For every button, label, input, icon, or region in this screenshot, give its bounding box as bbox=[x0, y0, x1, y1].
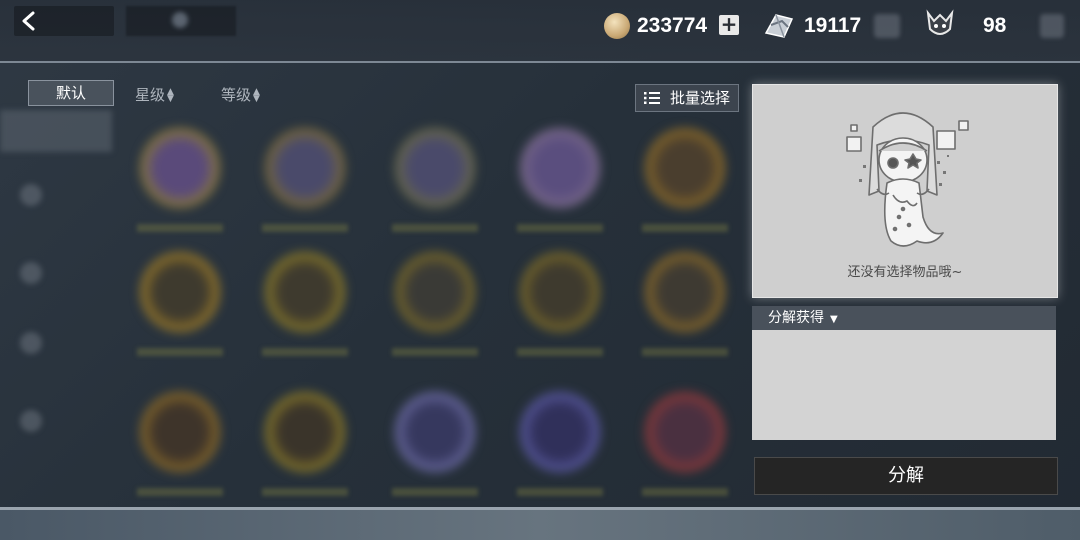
top-divider bbox=[0, 61, 1080, 63]
grid-item-label bbox=[137, 488, 223, 496]
grid-item[interactable] bbox=[265, 392, 345, 472]
grid-item[interactable] bbox=[265, 128, 345, 208]
decompose-yield-area bbox=[752, 330, 1056, 440]
grid-item[interactable] bbox=[645, 392, 725, 472]
grid-item[interactable] bbox=[140, 128, 220, 208]
sort-level-tab[interactable]: 等级 ▲ ▼ bbox=[221, 84, 260, 105]
sort-default-tab[interactable]: 默认 bbox=[28, 80, 114, 106]
grid-item[interactable] bbox=[395, 128, 475, 208]
chevron-down-icon: ▼ bbox=[830, 314, 838, 325]
sort-star-tab[interactable]: 星级 ▲ ▼ bbox=[135, 84, 174, 105]
crystal-count: 19117 bbox=[804, 14, 862, 37]
decompose-button[interactable]: 分解 bbox=[754, 457, 1058, 495]
grid-item-label bbox=[517, 348, 603, 356]
chevron-left-icon bbox=[22, 11, 35, 31]
grid-item-label bbox=[392, 488, 478, 496]
stamina-icon bbox=[924, 9, 956, 41]
decompose-yield-dropdown[interactable]: 分解获得 ▼ bbox=[752, 306, 1056, 330]
sort-arrows-icon: ▲ ▼ bbox=[253, 86, 260, 104]
blurred-add-button-2[interactable] bbox=[1040, 14, 1064, 38]
sort-level-label: 等级 bbox=[221, 86, 252, 104]
sort-star-label: 星级 bbox=[135, 86, 166, 104]
grid-item-label bbox=[262, 348, 348, 356]
item-preview-panel: 还没有选择物品哦~ bbox=[752, 84, 1058, 298]
grid-item[interactable] bbox=[140, 252, 220, 332]
grid-item[interactable] bbox=[265, 252, 345, 332]
grid-item-label bbox=[392, 348, 478, 356]
grid-item-label bbox=[517, 488, 603, 496]
grid-item-label bbox=[137, 224, 223, 232]
grid-item[interactable] bbox=[395, 252, 475, 332]
batch-select-label: 批量选择 bbox=[670, 89, 731, 107]
crystal-icon bbox=[762, 11, 796, 41]
decompose-yield-label: 分解获得 bbox=[768, 310, 824, 326]
grid-item[interactable] bbox=[140, 392, 220, 472]
bottom-bar bbox=[0, 510, 1080, 540]
add-coin-button[interactable]: + bbox=[719, 14, 739, 35]
batch-select-button[interactable]: 批量选择 bbox=[635, 84, 739, 112]
sort-arrows-icon: ▲ ▼ bbox=[167, 86, 174, 104]
grid-item-label bbox=[642, 348, 728, 356]
grid-item[interactable] bbox=[645, 128, 725, 208]
grid-item-label bbox=[262, 224, 348, 232]
grid-item-label bbox=[642, 224, 728, 232]
empty-selection-text: 还没有选择物品哦~ bbox=[847, 265, 963, 280]
grid-item-label bbox=[642, 488, 728, 496]
blurred-tab[interactable] bbox=[126, 6, 236, 36]
grid-item[interactable] bbox=[520, 128, 600, 208]
empty-mascot-illustration bbox=[846, 112, 969, 247]
grid-item-label bbox=[137, 348, 223, 356]
item-grid bbox=[0, 110, 745, 510]
coin-icon bbox=[604, 13, 630, 39]
grid-item[interactable] bbox=[645, 252, 725, 332]
back-button[interactable] bbox=[14, 6, 114, 36]
grid-item[interactable] bbox=[395, 392, 475, 472]
blurred-add-button[interactable] bbox=[874, 14, 900, 38]
coin-count: 233774 bbox=[637, 14, 708, 37]
grid-item-label bbox=[262, 488, 348, 496]
list-icon bbox=[644, 92, 660, 104]
grid-item-label bbox=[517, 224, 603, 232]
grid-item-label bbox=[392, 224, 478, 232]
grid-item[interactable] bbox=[520, 252, 600, 332]
stamina-count: 98 bbox=[983, 14, 1007, 37]
grid-item[interactable] bbox=[520, 392, 600, 472]
